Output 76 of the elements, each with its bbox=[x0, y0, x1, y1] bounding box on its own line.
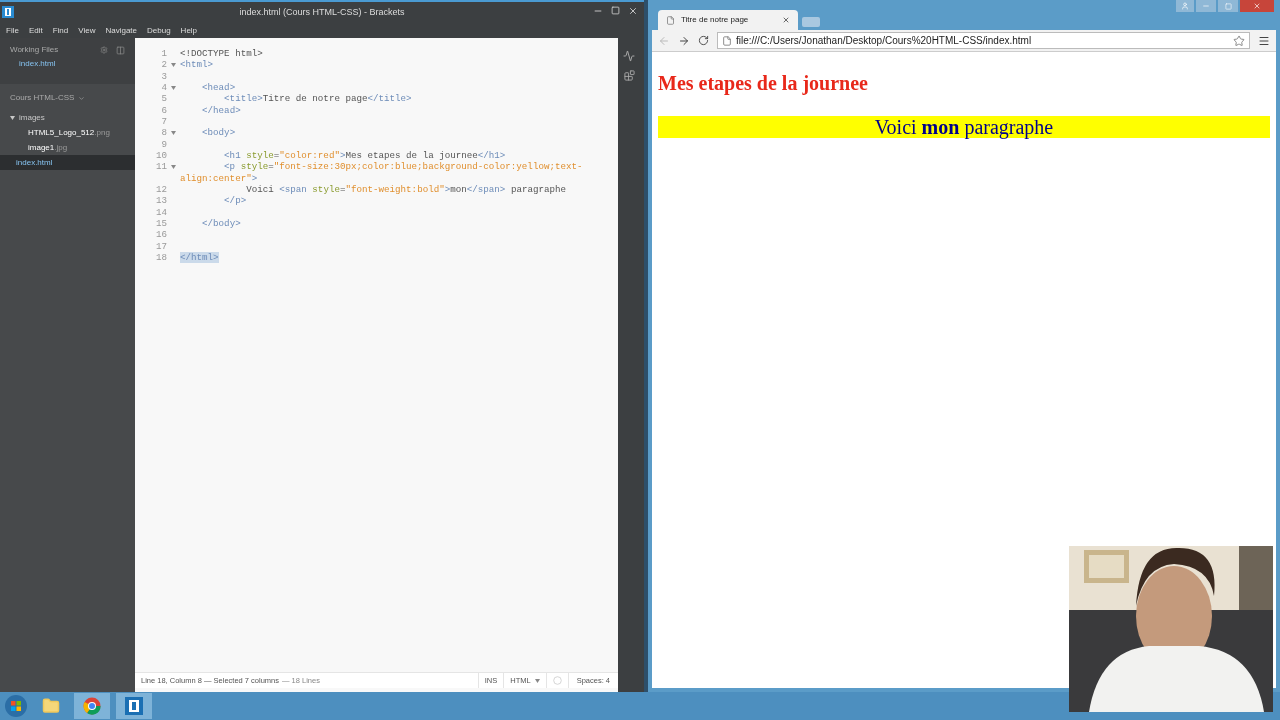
editor-app-icon[interactable] bbox=[125, 697, 143, 715]
split-view-icon[interactable] bbox=[116, 45, 125, 55]
address-bar[interactable]: file:///C:/Users/Jonathan/Desktop/Cours%20HTML-CSS/index.html bbox=[717, 32, 1250, 49]
code-line: <!DOCTYPE html> bbox=[180, 48, 264, 60]
line-number: 8 bbox=[161, 127, 167, 139]
code-line: <head> bbox=[201, 82, 237, 94]
reload-icon[interactable] bbox=[698, 35, 709, 46]
line-number: 1 bbox=[161, 48, 167, 59]
page-icon bbox=[666, 15, 675, 25]
section-label: Working Files bbox=[10, 44, 60, 56]
browser-tab[interactable]: Titre de notre page bbox=[658, 10, 798, 30]
extensions-icon[interactable] bbox=[623, 70, 635, 81]
line-number: 3 bbox=[161, 70, 167, 82]
caret-icon[interactable] bbox=[534, 678, 540, 683]
fold-arrow-icon[interactable] bbox=[171, 86, 176, 90]
line-number: 15 bbox=[155, 217, 167, 229]
fold-arrow-icon[interactable] bbox=[171, 63, 176, 68]
code-line: <title>Titre de notre page</title> bbox=[223, 93, 413, 105]
menu-icon[interactable] bbox=[1258, 34, 1270, 47]
code-line: </body> bbox=[201, 217, 242, 230]
user-icon[interactable] bbox=[1181, 2, 1189, 10]
line-number: 6 bbox=[161, 104, 167, 116]
menu-item[interactable]: File bbox=[6, 25, 19, 37]
menu-item[interactable]: Debug bbox=[147, 25, 171, 37]
line-number: 7 bbox=[161, 115, 167, 127]
line-number: 2 bbox=[161, 59, 167, 71]
folder-icon[interactable] bbox=[42, 697, 60, 715]
forward-icon[interactable] bbox=[678, 34, 690, 47]
user-button[interactable] bbox=[1176, 0, 1194, 12]
line-number: 18 bbox=[155, 251, 167, 263]
line-number: 10 bbox=[155, 149, 167, 161]
code-line: Voici <span style="font-weight:bold">mon</span> paragraphe bbox=[245, 183, 568, 196]
lint-status-icon bbox=[552, 676, 562, 685]
menu-item[interactable]: Help bbox=[180, 25, 198, 37]
project-name[interactable]: Cours HTML-CSS bbox=[10, 92, 75, 104]
browser-icon[interactable] bbox=[83, 697, 101, 715]
sidebar-item[interactable]: image1.jpg bbox=[0, 140, 135, 155]
close-tab-icon[interactable] bbox=[782, 16, 790, 24]
line-number: 17 bbox=[155, 240, 167, 252]
menu-item[interactable]: Navigate bbox=[105, 25, 138, 37]
live-preview-icon[interactable] bbox=[623, 50, 635, 62]
code-line: <h1 style="color:red">Mes etapes de la journee</h1> bbox=[223, 149, 507, 162]
line-number: 11 bbox=[155, 161, 167, 173]
code-line: <p style="font-size:30px;color:blue;background-color:yellow;text-align:center"> bbox=[180, 161, 584, 184]
menu-item[interactable]: View bbox=[78, 25, 96, 37]
page-paragraph: Voici mon paragraphe bbox=[658, 116, 1270, 138]
star-icon[interactable] bbox=[1233, 34, 1245, 47]
close-icon[interactable] bbox=[628, 6, 638, 16]
menu-item[interactable]: Edit bbox=[28, 25, 43, 37]
line-number: 4 bbox=[161, 82, 167, 93]
caret-icon[interactable] bbox=[10, 115, 15, 120]
sidebar-item[interactable]: HTML5_Logo_512.png bbox=[0, 125, 135, 140]
code-line: </head> bbox=[201, 104, 242, 116]
maximize-icon[interactable] bbox=[611, 6, 620, 15]
settings-icon[interactable] bbox=[100, 46, 108, 54]
folder-item[interactable]: images bbox=[0, 110, 135, 125]
line-number: 5 bbox=[161, 93, 167, 105]
line-number: 13 bbox=[155, 195, 167, 207]
fold-arrow-icon[interactable] bbox=[171, 131, 176, 136]
line-number: 9 bbox=[161, 138, 167, 150]
page-icon bbox=[722, 35, 732, 46]
working-file[interactable]: index.html bbox=[0, 58, 135, 72]
menu-item[interactable]: Find bbox=[52, 25, 69, 37]
code-line: </p> bbox=[223, 195, 248, 207]
line-number: 12 bbox=[155, 183, 167, 195]
window-title: index.html (Cours HTML-CSS) - Brackets bbox=[239, 6, 405, 20]
page-heading: Mes etapes de la journee bbox=[658, 71, 869, 97]
close-icon[interactable] bbox=[1253, 2, 1261, 10]
code-line: <body> bbox=[201, 127, 237, 139]
app-logo-icon bbox=[2, 6, 14, 18]
line-number: 14 bbox=[155, 206, 167, 218]
start-button-icon[interactable] bbox=[4, 694, 28, 718]
sidebar-item[interactable]: index.html bbox=[0, 155, 135, 170]
fold-arrow-icon[interactable] bbox=[171, 165, 176, 170]
code-line: <html> bbox=[180, 59, 215, 71]
line-number: 16 bbox=[155, 229, 167, 241]
